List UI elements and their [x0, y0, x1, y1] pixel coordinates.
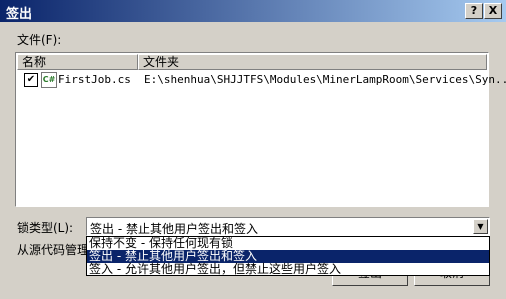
lock-type-dropdown-list[interactable]: 保持不变 - 保持任何现有锁 签出 - 禁止其他用户签出和签入 签入 - 允许其… [86, 236, 490, 276]
column-header-name[interactable]: 名称 [17, 54, 138, 70]
lock-type-value: 签出 - 禁止其他用户签出和签入 [90, 222, 258, 236]
option-checkin-lock[interactable]: 签入 - 允许其他用户签出，但禁止这些用户签入 [87, 263, 489, 276]
column-header-folder[interactable]: 文件夹 [138, 54, 487, 70]
file-listview[interactable]: 名称 文件夹 ✔ C# FirstJob.cs E:\shenhua\SHJJT… [15, 52, 506, 207]
close-button[interactable]: X [484, 3, 502, 19]
csharp-file-icon: C# [41, 72, 57, 88]
file-checkbox[interactable]: ✔ [24, 73, 38, 87]
files-label: 文件(F): [17, 33, 62, 47]
file-row[interactable]: ✔ C# FirstJob.cs E:\shenhua\SHJJTFS\Modu… [18, 71, 506, 89]
lock-type-label: 锁类型(L): [17, 221, 74, 235]
lock-type-combobox[interactable]: 签出 - 禁止其他用户签出和签入 ▼ [86, 217, 490, 236]
file-folder: E:\shenhua\SHJJTFS\Modules\MinerLampRoom… [144, 73, 506, 86]
help-button[interactable]: ? [465, 3, 483, 19]
file-name: FirstJob.cs [58, 73, 131, 86]
chevron-down-icon[interactable]: ▼ [473, 219, 488, 234]
title-bar: 签出 ? X [0, 0, 506, 22]
window-title: 签出 [6, 7, 33, 22]
list-header: 名称 文件夹 [17, 54, 487, 70]
source-control-label: 从源代码管理 [17, 243, 90, 257]
